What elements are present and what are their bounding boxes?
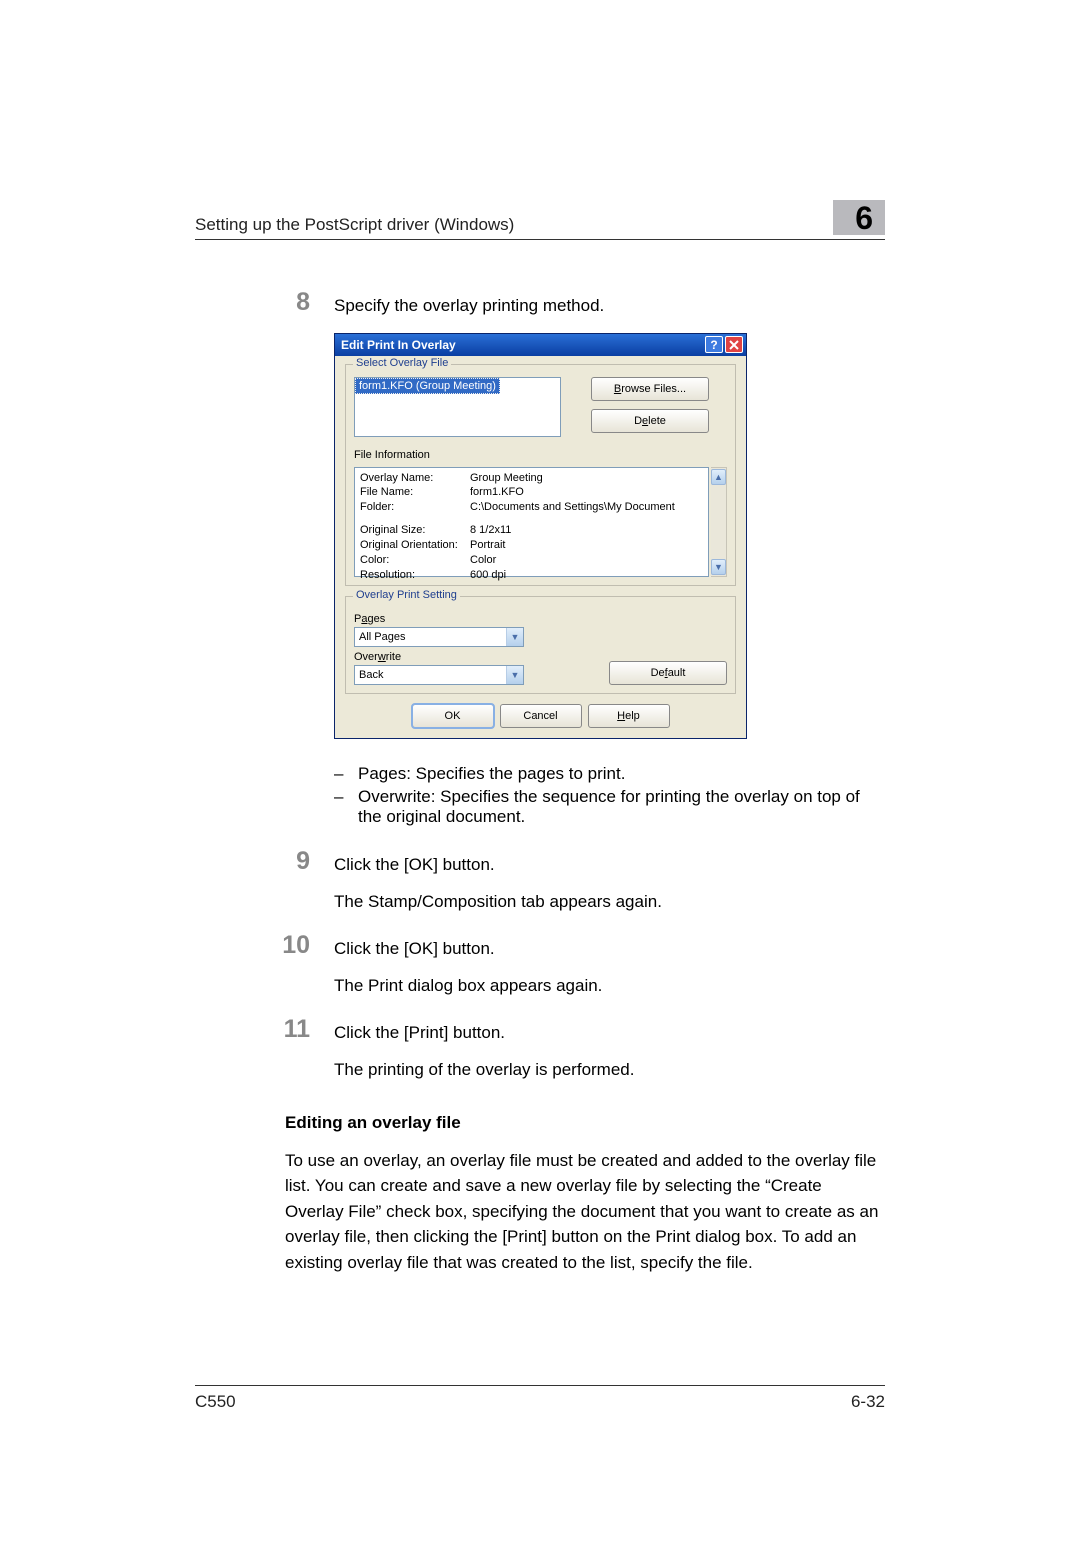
- scroll-down-icon[interactable]: ▼: [711, 559, 726, 575]
- browse-files-button[interactable]: Browse Files...: [591, 377, 709, 401]
- section-heading: Editing an overlay file: [285, 1113, 885, 1133]
- cancel-button[interactable]: Cancel: [500, 704, 582, 728]
- step-subtext: The Stamp/Composition tab appears again.: [334, 889, 885, 915]
- group-overlay-print-setting: Overlay Print Setting Pages All Pages ▼ …: [345, 596, 736, 694]
- step-8: 8 Specify the overlay printing method.: [195, 290, 885, 319]
- footer-left: C550: [195, 1392, 236, 1412]
- delete-button[interactable]: Delete: [591, 409, 709, 433]
- chevron-down-icon[interactable]: ▼: [506, 666, 523, 684]
- overwrite-combo[interactable]: Back ▼: [354, 665, 524, 685]
- help-icon[interactable]: ?: [705, 336, 723, 353]
- step-8-bullets: –Pages: Specifies the pages to print. –O…: [334, 764, 885, 827]
- page: Setting up the PostScript driver (Window…: [0, 0, 1080, 1542]
- close-icon[interactable]: [725, 336, 743, 353]
- page-footer: C550 6-32: [195, 1385, 885, 1412]
- step-subtext: The printing of the overlay is performed…: [334, 1057, 885, 1083]
- footer-right: 6-32: [851, 1392, 885, 1412]
- step-number: 11: [195, 1017, 334, 1042]
- step-11: 11 Click the [Print] button. The printin…: [195, 1017, 885, 1083]
- step-text: Click the [OK] button.: [334, 852, 885, 878]
- header-title: Setting up the PostScript driver (Window…: [195, 215, 514, 235]
- step-number: 9: [195, 849, 334, 874]
- page-header: Setting up the PostScript driver (Window…: [195, 200, 885, 240]
- chevron-down-icon[interactable]: ▼: [506, 628, 523, 646]
- overwrite-label: Overwrite: [354, 651, 524, 663]
- step-10: 10 Click the [OK] button. The Print dial…: [195, 933, 885, 999]
- group-label: Select Overlay File: [353, 357, 451, 369]
- pages-label: Pages: [354, 613, 727, 625]
- step-text: Click the [OK] button.: [334, 936, 885, 962]
- help-button[interactable]: Help: [588, 704, 670, 728]
- info-scrollbar[interactable]: ▲ ▼: [711, 467, 727, 577]
- step-text: Click the [Print] button.: [334, 1020, 885, 1046]
- step-text: Specify the overlay printing method.: [334, 290, 885, 319]
- step-number: 10: [195, 933, 334, 958]
- chapter-badge: 6: [833, 200, 885, 235]
- step-9: 9 Click the [OK] button. The Stamp/Compo…: [195, 849, 885, 915]
- group-select-overlay-file: Select Overlay File form1.KFO (Group Mee…: [345, 364, 736, 586]
- pages-combo[interactable]: All Pages ▼: [354, 627, 524, 647]
- scroll-up-icon[interactable]: ▲: [711, 469, 726, 485]
- ok-button[interactable]: OK: [412, 704, 494, 728]
- step-subtext: The Print dialog box appears again.: [334, 973, 885, 999]
- file-info-label: File Information: [354, 449, 727, 461]
- overlay-file-list[interactable]: form1.KFO (Group Meeting): [354, 377, 561, 437]
- group-label: Overlay Print Setting: [353, 589, 460, 601]
- file-info-box: Overlay Name:Group Meeting File Name:for…: [354, 467, 709, 577]
- titlebar[interactable]: Edit Print In Overlay ?: [335, 334, 746, 356]
- dialog-title: Edit Print In Overlay: [341, 338, 456, 352]
- section-paragraph: To use an overlay, an overlay file must …: [285, 1148, 885, 1276]
- step-number: 8: [195, 290, 334, 315]
- overlay-file-selected[interactable]: form1.KFO (Group Meeting): [355, 378, 500, 394]
- default-button[interactable]: Default: [609, 661, 727, 685]
- dialog-edit-print-in-overlay: Edit Print In Overlay ? Select Overlay F…: [334, 333, 747, 739]
